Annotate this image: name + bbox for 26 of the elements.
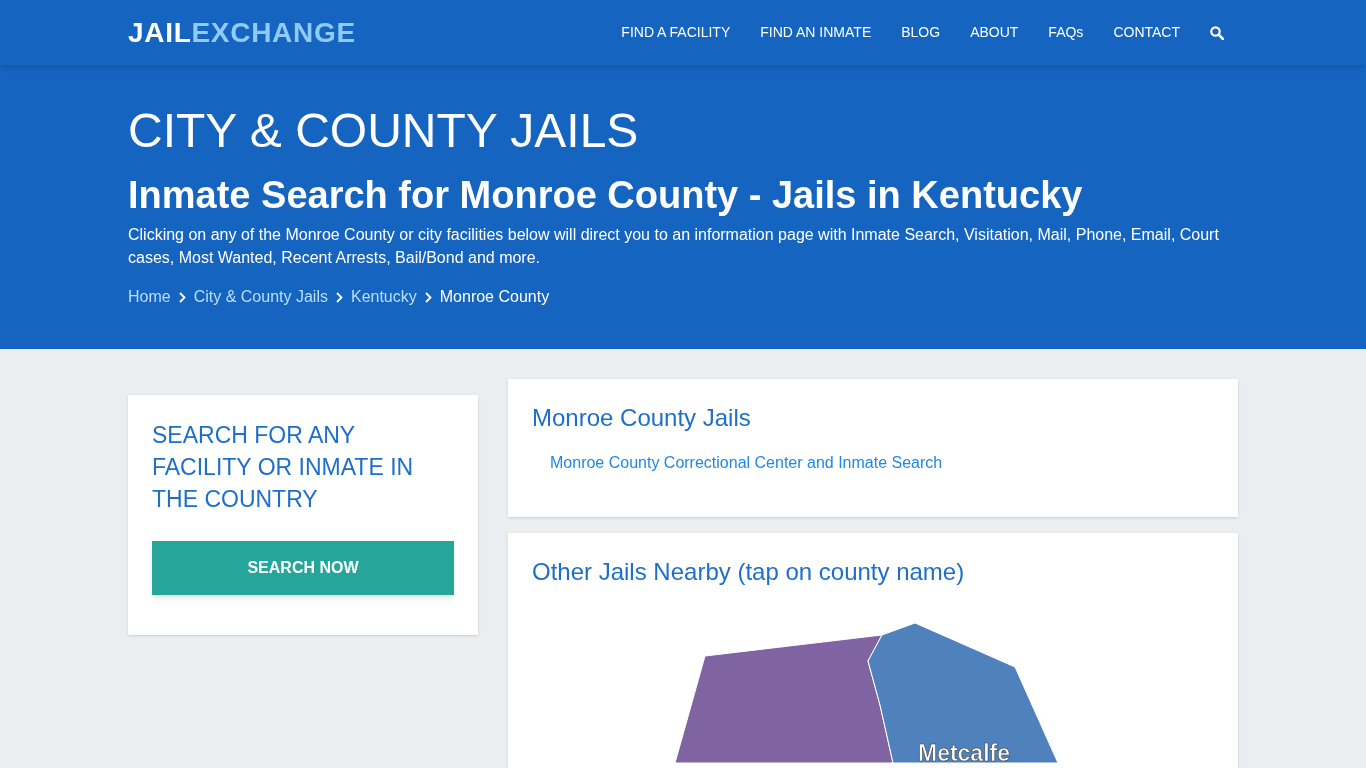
nav-link[interactable]: FIND A FACILITY <box>621 22 731 43</box>
county-shape[interactable] <box>674 634 894 763</box>
search-heading: SEARCH FOR ANY FACILITY OR INMATE IN THE COUNTRY <box>152 421 415 514</box>
nav-link[interactable]: FIND AN INMATE <box>760 22 872 43</box>
page-title: CITY & COUNTY JAILS <box>128 103 640 159</box>
breadcrumb-link[interactable]: Home <box>128 285 171 309</box>
breadcrumb-link[interactable]: Kentucky <box>350 285 417 309</box>
chevron-icon <box>335 291 343 303</box>
nav-link[interactable]: BLOG <box>901 22 941 43</box>
chevron-icon <box>178 291 186 303</box>
page-subtitle: Inmate Search for Monroe County - Jails in Kentucky <box>128 173 1084 217</box>
jail-link[interactable]: Monroe County Correctional Center and Inmate Search <box>550 451 1214 475</box>
breadcrumb-link[interactable]: City & County Jails <box>193 285 328 309</box>
nav-link[interactable]: ABOUT <box>970 22 1019 43</box>
nav-link[interactable]: FAQs <box>1048 22 1084 43</box>
chevron-icon <box>424 291 432 303</box>
county-shape[interactable] <box>867 622 1059 763</box>
page-description: Clicking on any of the Monroe County or city facilities below will direct you to an information page with Inmate Search, Visitation, Mail, Phone, Email, Court cases, Most Wanted, Recent Arrests, Bail/Bond and more. <box>128 225 1220 268</box>
search-now-button[interactable]: SEARCH NOW <box>152 541 454 595</box>
card-heading: Monroe County Jails <box>532 403 752 433</box>
search-icon[interactable] <box>1210 25 1224 40</box>
card-heading: Other Jails Nearby (tap on county name) <box>531 557 966 587</box>
nav-link[interactable]: CONTACT <box>1113 22 1180 43</box>
logo[interactable]: JAILEXCHANGE <box>128 11 356 54</box>
county-label[interactable]: Metcalfe <box>918 740 1010 763</box>
breadcrumb-current: Monroe County <box>439 287 550 307</box>
